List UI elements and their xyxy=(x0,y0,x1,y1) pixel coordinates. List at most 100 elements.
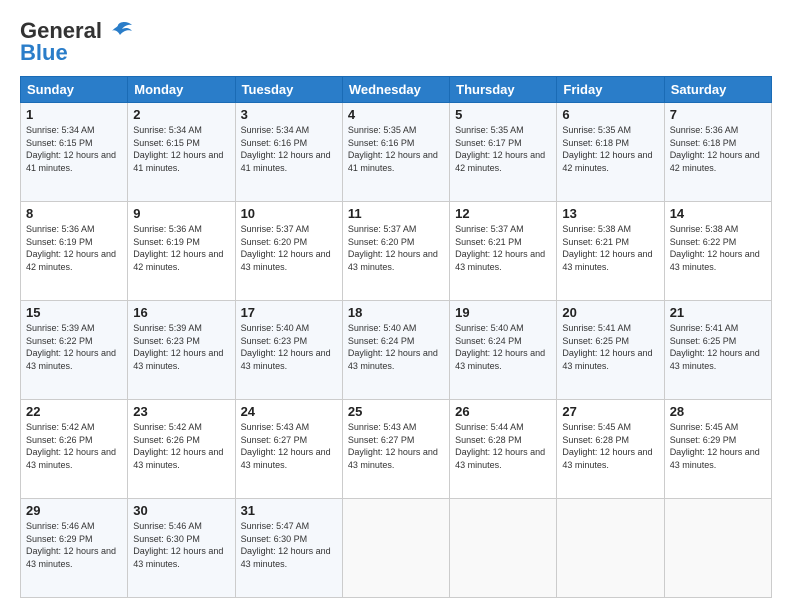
weekday-header-thursday: Thursday xyxy=(450,77,557,103)
weekday-header-sunday: Sunday xyxy=(21,77,128,103)
day-number: 13 xyxy=(562,206,658,221)
day-number: 25 xyxy=(348,404,444,419)
day-number: 11 xyxy=(348,206,444,221)
day-info: Sunrise: 5:41 AMSunset: 6:25 PMDaylight:… xyxy=(670,322,766,372)
day-number: 5 xyxy=(455,107,551,122)
day-number: 4 xyxy=(348,107,444,122)
day-info: Sunrise: 5:46 AMSunset: 6:30 PMDaylight:… xyxy=(133,520,229,570)
logo-blue: Blue xyxy=(20,40,132,66)
calendar-cell: 4Sunrise: 5:35 AMSunset: 6:16 PMDaylight… xyxy=(342,103,449,202)
day-info: Sunrise: 5:40 AMSunset: 6:23 PMDaylight:… xyxy=(241,322,337,372)
calendar-cell: 3 Sunrise: 5:34 AMSunset: 6:16 PMDaylight… xyxy=(235,103,342,202)
weekday-header-wednesday: Wednesday xyxy=(342,77,449,103)
calendar-cell: 26 Sunrise: 5:44 AMSunset: 6:28 PMDayligh… xyxy=(450,400,557,499)
calendar-cell: 29 Sunrise: 5:46 AMSunset: 6:29 PMDayligh… xyxy=(21,499,128,598)
day-info: Sunrise: 5:42 AMSunset: 6:26 PMDaylight:… xyxy=(133,421,229,471)
day-info: Sunrise: 5:35 AMSunset: 6:18 PMDaylight:… xyxy=(562,124,658,174)
logo-bird-icon xyxy=(104,21,132,41)
day-info: Sunrise: 5:44 AMSunset: 6:28 PMDaylight:… xyxy=(455,421,551,471)
calendar-cell: 28Sunrise: 5:45 AMSunset: 6:29 PMDayligh… xyxy=(664,400,771,499)
calendar-cell: 11Sunrise: 5:37 AMSunset: 6:20 PMDayligh… xyxy=(342,202,449,301)
calendar-cell: 6 Sunrise: 5:35 AMSunset: 6:18 PMDaylight… xyxy=(557,103,664,202)
day-info: Sunrise: 5:37 AMSunset: 6:21 PMDaylight:… xyxy=(455,223,551,273)
day-number: 6 xyxy=(562,107,658,122)
calendar-cell: 22Sunrise: 5:42 AMSunset: 6:26 PMDayligh… xyxy=(21,400,128,499)
calendar-cell: 25Sunrise: 5:43 AMSunset: 6:27 PMDayligh… xyxy=(342,400,449,499)
day-info: Sunrise: 5:43 AMSunset: 6:27 PMDaylight:… xyxy=(241,421,337,471)
day-number: 7 xyxy=(670,107,766,122)
day-number: 16 xyxy=(133,305,229,320)
day-number: 15 xyxy=(26,305,122,320)
day-info: Sunrise: 5:36 AMSunset: 6:18 PMDaylight:… xyxy=(670,124,766,174)
calendar-cell: 12 Sunrise: 5:37 AMSunset: 6:21 PMDayligh… xyxy=(450,202,557,301)
day-info: Sunrise: 5:34 AMSunset: 6:16 PMDaylight:… xyxy=(241,124,337,174)
calendar-cell: 2Sunrise: 5:34 AMSunset: 6:15 PMDaylight… xyxy=(128,103,235,202)
day-number: 23 xyxy=(133,404,229,419)
calendar-cell: 5 Sunrise: 5:35 AMSunset: 6:17 PMDaylight… xyxy=(450,103,557,202)
calendar-cell: 16 Sunrise: 5:39 AMSunset: 6:23 PMDayligh… xyxy=(128,301,235,400)
calendar-cell: 7 Sunrise: 5:36 AMSunset: 6:18 PMDaylight… xyxy=(664,103,771,202)
calendar-cell: 20Sunrise: 5:41 AMSunset: 6:25 PMDayligh… xyxy=(557,301,664,400)
calendar-table: SundayMondayTuesdayWednesdayThursdayFrid… xyxy=(20,76,772,598)
calendar-cell: 31 Sunrise: 5:47 AMSunset: 6:30 PMDayligh… xyxy=(235,499,342,598)
calendar-cell: 1Sunrise: 5:34 AMSunset: 6:15 PMDaylight… xyxy=(21,103,128,202)
calendar-cell xyxy=(557,499,664,598)
calendar-cell: 9 Sunrise: 5:36 AMSunset: 6:19 PMDaylight… xyxy=(128,202,235,301)
calendar-cell: 15 Sunrise: 5:39 AMSunset: 6:22 PMDayligh… xyxy=(21,301,128,400)
week-row-1: 1 Sunrise: 5:34 AMSunset: 6:15 PMDaylight… xyxy=(21,103,772,202)
header: General Blue xyxy=(20,18,772,66)
calendar-cell: 24 Sunrise: 5:43 AMSunset: 6:27 PMDayligh… xyxy=(235,400,342,499)
day-number: 21 xyxy=(670,305,766,320)
week-row-5: 29 Sunrise: 5:46 AMSunset: 6:29 PMDayligh… xyxy=(21,499,772,598)
calendar-cell: 21 Sunrise: 5:41 AMSunset: 6:25 PMDayligh… xyxy=(664,301,771,400)
day-number: 12 xyxy=(455,206,551,221)
day-number: 14 xyxy=(670,206,766,221)
day-number: 26 xyxy=(455,404,551,419)
day-info: Sunrise: 5:38 AMSunset: 6:21 PMDaylight:… xyxy=(562,223,658,273)
day-info: Sunrise: 5:36 AMSunset: 6:19 PMDaylight:… xyxy=(133,223,229,273)
day-number: 3 xyxy=(241,107,337,122)
page: General Blue SundayMondayTuesdayWednesda… xyxy=(0,0,792,612)
day-number: 29 xyxy=(26,503,122,518)
day-number: 10 xyxy=(241,206,337,221)
calendar-cell: 27 Sunrise: 5:45 AMSunset: 6:28 PMDayligh… xyxy=(557,400,664,499)
weekday-header-friday: Friday xyxy=(557,77,664,103)
day-number: 18 xyxy=(348,305,444,320)
day-info: Sunrise: 5:47 AMSunset: 6:30 PMDaylight:… xyxy=(241,520,337,570)
weekday-header-saturday: Saturday xyxy=(664,77,771,103)
day-info: Sunrise: 5:39 AMSunset: 6:23 PMDaylight:… xyxy=(133,322,229,372)
day-info: Sunrise: 5:45 AMSunset: 6:29 PMDaylight:… xyxy=(670,421,766,471)
day-info: Sunrise: 5:34 AMSunset: 6:15 PMDaylight:… xyxy=(133,124,229,174)
calendar-cell: 17 Sunrise: 5:40 AMSunset: 6:23 PMDayligh… xyxy=(235,301,342,400)
calendar-cell xyxy=(664,499,771,598)
day-number: 27 xyxy=(562,404,658,419)
day-info: Sunrise: 5:35 AMSunset: 6:17 PMDaylight:… xyxy=(455,124,551,174)
day-number: 17 xyxy=(241,305,337,320)
calendar-cell: 13 Sunrise: 5:38 AMSunset: 6:21 PMDayligh… xyxy=(557,202,664,301)
calendar-cell: 10 Sunrise: 5:37 AMSunset: 6:20 PMDayligh… xyxy=(235,202,342,301)
day-info: Sunrise: 5:42 AMSunset: 6:26 PMDaylight:… xyxy=(26,421,122,471)
calendar-cell xyxy=(342,499,449,598)
weekday-header-monday: Monday xyxy=(128,77,235,103)
day-info: Sunrise: 5:41 AMSunset: 6:25 PMDaylight:… xyxy=(562,322,658,372)
calendar-cell: 8 Sunrise: 5:36 AMSunset: 6:19 PMDaylight… xyxy=(21,202,128,301)
day-number: 8 xyxy=(26,206,122,221)
day-number: 31 xyxy=(241,503,337,518)
week-row-2: 8 Sunrise: 5:36 AMSunset: 6:19 PMDaylight… xyxy=(21,202,772,301)
day-number: 30 xyxy=(133,503,229,518)
calendar-cell: 19Sunrise: 5:40 AMSunset: 6:24 PMDayligh… xyxy=(450,301,557,400)
weekday-header-row: SundayMondayTuesdayWednesdayThursdayFrid… xyxy=(21,77,772,103)
day-number: 1 xyxy=(26,107,122,122)
calendar-cell xyxy=(450,499,557,598)
day-info: Sunrise: 5:46 AMSunset: 6:29 PMDaylight:… xyxy=(26,520,122,570)
day-number: 24 xyxy=(241,404,337,419)
day-info: Sunrise: 5:45 AMSunset: 6:28 PMDaylight:… xyxy=(562,421,658,471)
week-row-3: 15 Sunrise: 5:39 AMSunset: 6:22 PMDayligh… xyxy=(21,301,772,400)
calendar-cell: 18Sunrise: 5:40 AMSunset: 6:24 PMDayligh… xyxy=(342,301,449,400)
day-info: Sunrise: 5:38 AMSunset: 6:22 PMDaylight:… xyxy=(670,223,766,273)
day-number: 9 xyxy=(133,206,229,221)
day-info: Sunrise: 5:36 AMSunset: 6:19 PMDaylight:… xyxy=(26,223,122,273)
weekday-header-tuesday: Tuesday xyxy=(235,77,342,103)
day-info: Sunrise: 5:39 AMSunset: 6:22 PMDaylight:… xyxy=(26,322,122,372)
day-info: Sunrise: 5:37 AMSunset: 6:20 PMDaylight:… xyxy=(241,223,337,273)
